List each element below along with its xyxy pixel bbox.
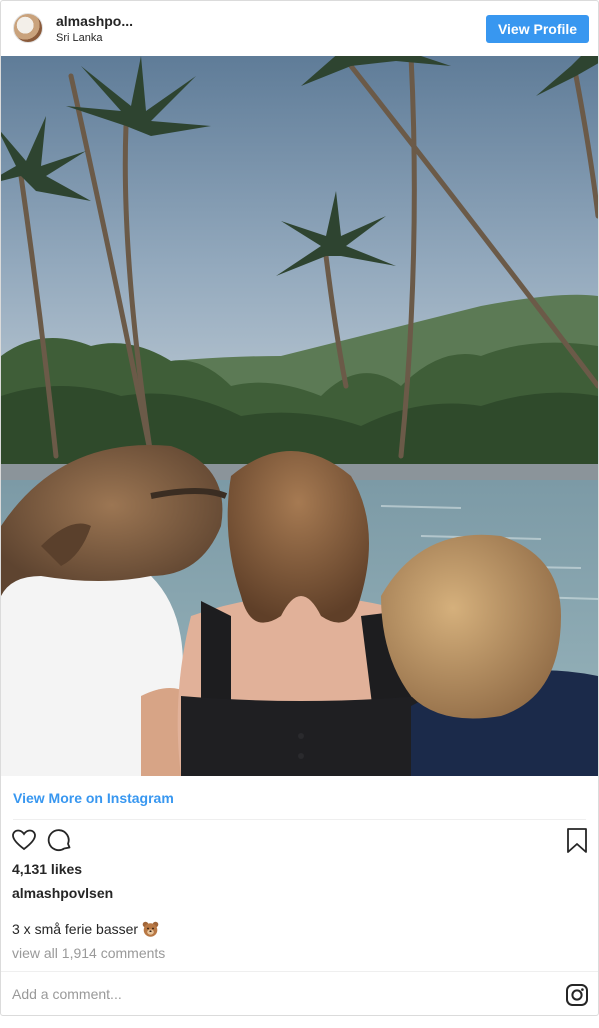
caption-text: 3 x små ferie basser bbox=[12, 921, 139, 937]
post-photo[interactable] bbox=[1, 56, 598, 776]
view-all-comments-link[interactable]: view all 1,914 comments bbox=[12, 945, 165, 961]
comment-icon[interactable] bbox=[47, 827, 73, 853]
instagram-icon[interactable] bbox=[565, 983, 589, 1007]
like-count[interactable]: 4,131 likes bbox=[12, 861, 82, 877]
view-more-on-instagram-link[interactable]: View More on Instagram bbox=[13, 790, 174, 806]
divider bbox=[13, 819, 586, 820]
heart-icon[interactable] bbox=[11, 827, 37, 853]
bookmark-icon[interactable] bbox=[565, 827, 589, 855]
divider bbox=[1, 971, 598, 972]
instagram-embed-card: almashpo... Sri Lanka View Profile View … bbox=[0, 0, 599, 1016]
post-header: almashpo... Sri Lanka View Profile bbox=[1, 1, 598, 55]
post-caption: 3 x små ferie basser bbox=[12, 921, 159, 937]
location[interactable]: Sri Lanka bbox=[56, 32, 102, 44]
post-author[interactable]: almashpovlsen bbox=[12, 885, 113, 901]
view-profile-button[interactable]: View Profile bbox=[486, 15, 589, 43]
avatar[interactable] bbox=[13, 13, 43, 43]
username[interactable]: almashpo... bbox=[56, 13, 133, 29]
add-comment-input[interactable]: Add a comment... bbox=[12, 986, 122, 1002]
bear-face-icon bbox=[142, 921, 159, 937]
